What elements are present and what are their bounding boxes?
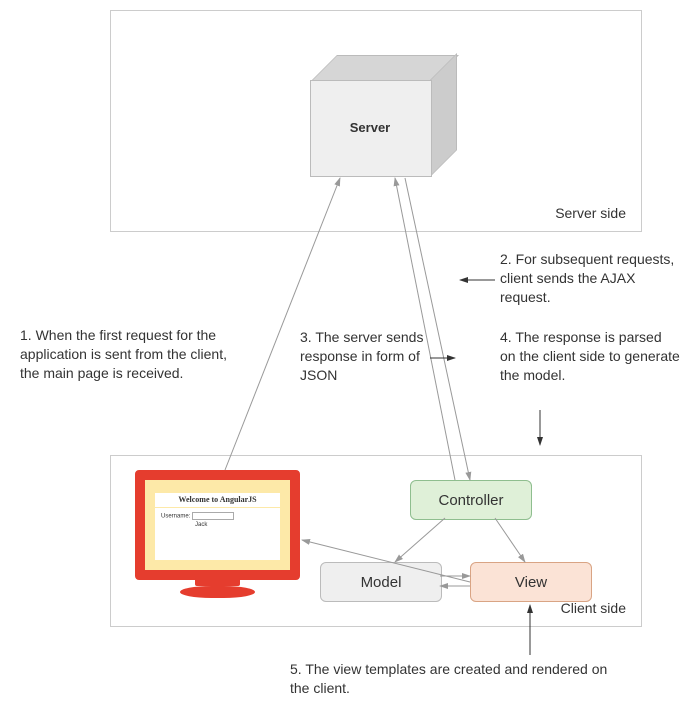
monitor-field-label: Username: xyxy=(161,514,190,520)
note-4: 4. The response is parsed on the client … xyxy=(500,328,680,385)
note-1: 1. When the first request for the applic… xyxy=(20,326,230,383)
note-2: 2. For subsequent requests, client sends… xyxy=(500,250,675,307)
model-box: Model xyxy=(320,562,442,602)
client-panel-label: Client side xyxy=(561,600,626,616)
controller-box: Controller xyxy=(410,480,532,520)
monitor-input xyxy=(192,512,234,520)
note-3: 3. The server sends response in form of … xyxy=(300,328,430,385)
monitor-stand xyxy=(195,578,240,586)
server-label: Server xyxy=(310,80,430,175)
monitor-title: Welcome to AngularJS xyxy=(155,493,280,507)
server-panel-label: Server side xyxy=(555,205,626,221)
server-cube: Server xyxy=(310,55,440,175)
view-box: View xyxy=(470,562,592,602)
monitor-frame: Welcome to AngularJS Username: Jack xyxy=(135,470,300,580)
monitor-base xyxy=(180,586,255,598)
monitor-body: Username: Jack xyxy=(155,508,280,560)
monitor-echo: Jack xyxy=(195,522,207,528)
note-5: 5. The view templates are created and re… xyxy=(290,660,610,698)
client-monitor-icon: Welcome to AngularJS Username: Jack xyxy=(135,470,300,605)
